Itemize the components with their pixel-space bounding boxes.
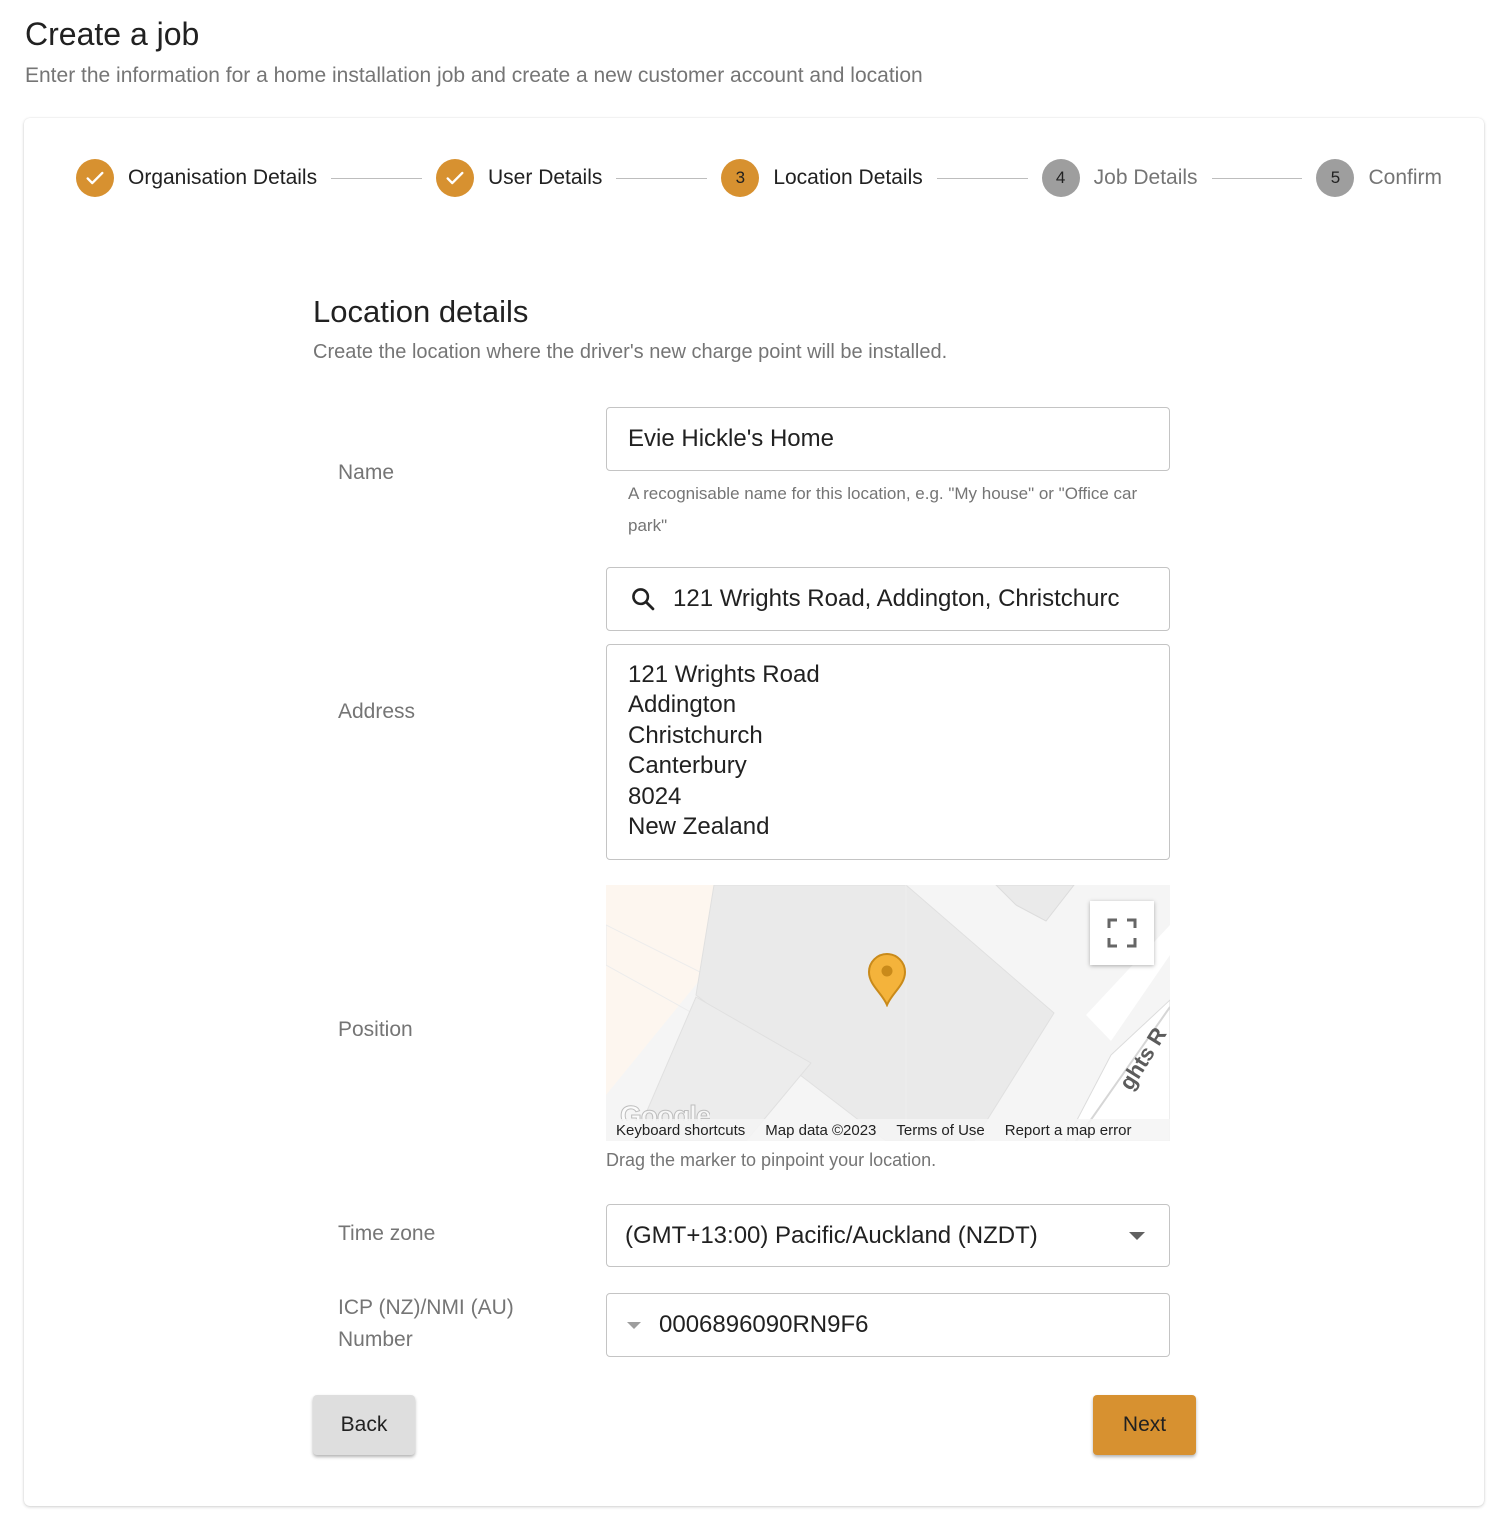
address-label: Address [338, 700, 416, 723]
step-number: 3 [721, 159, 760, 197]
keyboard-shortcuts-link[interactable]: Keyboard shortcuts [616, 1122, 745, 1139]
step-label: Job Details [1093, 166, 1198, 189]
search-icon [629, 585, 657, 613]
page-subtitle: Enter the information for a home install… [25, 64, 923, 87]
caret-down-icon[interactable] [627, 1321, 641, 1329]
address-line: 8024 [628, 782, 682, 810]
step-label: User Details [488, 166, 603, 189]
position-label: Position [338, 1018, 413, 1041]
step-confirm: 5 Confirm [1316, 159, 1442, 197]
back-button[interactable]: Back [313, 1395, 415, 1455]
next-button[interactable]: Next [1093, 1395, 1196, 1455]
step-job-details: 4 Job Details [1041, 159, 1198, 197]
map-logo: Google [620, 1100, 711, 1122]
step-connector [331, 177, 423, 179]
fullscreen-icon [1106, 917, 1138, 949]
map-data-attribution: Map data ©2023 [765, 1121, 877, 1139]
step-user-details[interactable]: User Details [436, 159, 602, 197]
report-map-error-link[interactable]: Report a map error [1005, 1122, 1132, 1139]
timezone-value: (GMT+13:00) Pacific/Auckland (NZDT) [625, 1221, 1038, 1249]
step-label: Confirm [1368, 166, 1442, 189]
icp-value: 0006896090RN9F6 [659, 1311, 869, 1338]
step-connector [1211, 177, 1303, 179]
page-title: Create a job [25, 16, 200, 52]
address-search-input[interactable]: 121 Wrights Road, Addington, Christchurc [606, 567, 1170, 631]
section-subtitle: Create the location where the driver's n… [313, 341, 948, 363]
check-icon [436, 159, 475, 197]
fullscreen-button[interactable] [1090, 901, 1154, 965]
form-card: Organisation Details User Details 3 Loca… [24, 118, 1484, 1506]
map-footer: Keyboard shortcuts Map data ©2023 Terms … [606, 1119, 1170, 1141]
map-marker-icon[interactable] [866, 951, 908, 1008]
timezone-select[interactable]: (GMT+13:00) Pacific/Auckland (NZDT) [606, 1204, 1170, 1267]
step-connector [616, 177, 708, 179]
stepper: Organisation Details User Details 3 Loca… [76, 158, 1442, 198]
step-location-details[interactable]: 3 Location Details [721, 159, 923, 197]
step-connector [936, 177, 1028, 179]
step-number: 5 [1316, 159, 1355, 197]
address-line: New Zealand [628, 813, 770, 841]
icp-input[interactable]: 0006896090RN9F6 [606, 1293, 1170, 1357]
name-helper-text: A recognisable name for this location, e… [628, 484, 1138, 535]
chevron-down-icon [1129, 1232, 1145, 1240]
address-textarea[interactable]: 121 Wrights Road Addington Christchurch … [606, 644, 1170, 860]
address-line: Addington [628, 691, 737, 719]
address-line: 121 Wrights Road [628, 661, 820, 688]
step-label: Organisation Details [128, 166, 318, 189]
name-label: Name [338, 461, 395, 484]
name-input[interactable]: Evie Hickle's Home [606, 407, 1170, 471]
address-line: Christchurch [628, 721, 763, 749]
timezone-label: Time zone [338, 1222, 436, 1245]
icp-label-line: Number [338, 1328, 413, 1351]
step-organisation-details[interactable]: Organisation Details [76, 159, 317, 197]
section-title: Location details [313, 294, 529, 329]
address-search-value: 121 Wrights Road, Addington, Christchurc [673, 585, 1120, 612]
address-line: Canterbury [628, 752, 747, 780]
icp-label-line: ICP (NZ)/NMI (AU) [338, 1296, 514, 1319]
icp-label: ICP (NZ)/NMI (AU) Number [338, 1292, 514, 1356]
step-label: Location Details [773, 166, 923, 189]
step-number: 4 [1041, 159, 1080, 197]
terms-of-use-link[interactable]: Terms of Use [896, 1122, 984, 1139]
map-hint-text: Drag the marker to pinpoint your locatio… [606, 1150, 937, 1170]
map[interactable]: ghts R Google Keyboard shortcuts Map dat… [606, 885, 1170, 1141]
check-icon [76, 159, 114, 197]
name-value: Evie Hickle's Home [628, 425, 834, 452]
